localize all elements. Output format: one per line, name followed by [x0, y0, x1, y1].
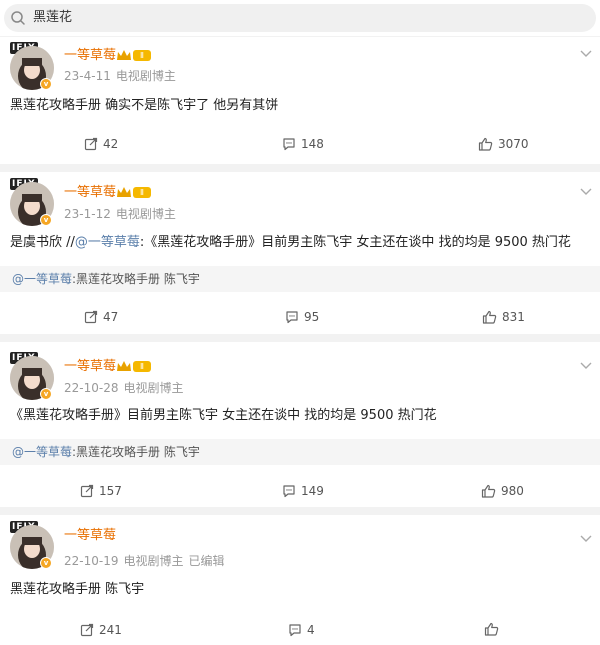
post-date: 23-1-12: [64, 207, 111, 221]
repost-count: 157: [99, 484, 122, 498]
repost-count: 42: [103, 137, 119, 151]
comment-count: 95: [304, 310, 320, 324]
post-card[interactable]: IFIX v 一等草莓 Ⅱ 23-4-11电视剧博主 黑莲花攻略手册 确实不是陈…: [0, 37, 600, 164]
username[interactable]: 一等草莓: [64, 48, 116, 64]
post-card[interactable]: IFIX v 一等草莓 Ⅱ 22-10-28电视剧博主 《黑莲花攻略手册》目前男…: [0, 342, 600, 507]
edited-tag: 已编辑: [188, 554, 225, 568]
post-meta: 22-10-28 电视剧博主: [64, 381, 193, 396]
user-role: 电视剧博主: [123, 381, 184, 395]
quoted-repost-text: @一等草莓:黑莲花攻略手册 陈飞宇: [12, 445, 200, 459]
crown-icon: [117, 187, 131, 197]
user-role: 电视剧博主: [115, 69, 176, 83]
comment-icon: [283, 485, 295, 498]
level-badge: Ⅱ: [133, 361, 151, 372]
repost-count: 47: [103, 310, 119, 324]
repost-button[interactable]: 47: [84, 309, 118, 325]
verified-badge-icon: v: [40, 78, 52, 90]
comment-count: 148: [301, 137, 324, 151]
crown-icon: [117, 361, 131, 371]
post-date: 22-10-28: [64, 381, 119, 395]
chevron-down-icon[interactable]: [580, 362, 592, 370]
quoted-repost[interactable]: @一等草莓:黑莲花攻略手册 陈飞宇: [0, 439, 600, 465]
post-date: 23-4-11: [64, 69, 111, 83]
user-role: 电视剧博主: [123, 554, 184, 568]
thumbs-up-icon: [478, 137, 493, 151]
comment-icon: [289, 624, 301, 637]
username[interactable]: 一等草莓: [64, 359, 116, 375]
post-text: 《黑莲花攻略手册》目前男主陈飞宇 女主还在谈中 找的均是 9500 热门花: [10, 408, 437, 423]
repost-button[interactable]: 157: [80, 483, 122, 499]
verified-badge-icon: v: [40, 214, 52, 226]
search-bar: 黑莲花: [0, 0, 600, 36]
repost-icon: [84, 137, 98, 151]
chevron-down-icon[interactable]: [580, 50, 592, 58]
repost-icon: [84, 310, 98, 324]
repost-icon: [80, 623, 94, 637]
search-query: 黑莲花: [33, 10, 73, 25]
post-meta: 22-10-19 电视剧博主 已编辑: [64, 554, 230, 569]
thumbs-up-icon: [481, 484, 496, 498]
comment-button[interactable]: 95: [285, 309, 319, 325]
post-meta: 23-1-12 电视剧博主: [64, 207, 186, 222]
comment-icon: [283, 138, 295, 151]
search-icon: [11, 11, 25, 25]
post-meta: 23-4-11 电视剧博主: [64, 69, 186, 84]
post-card[interactable]: IFIX v 一等草莓 Ⅱ 23-1-12电视剧博主 是虞书欣 //@一等草莓:…: [0, 172, 600, 334]
post-card[interactable]: IFIX v 一等草莓 22-10-19电视剧博主已编辑 黑莲花攻略手册 陈飞宇…: [0, 515, 600, 645]
like-count: 831: [502, 310, 525, 324]
divider: [0, 164, 600, 172]
comment-count: 4: [307, 623, 315, 637]
level-badge: Ⅱ: [133, 187, 151, 198]
verified-badge-icon: v: [40, 557, 52, 569]
level-badge: Ⅱ: [133, 50, 151, 61]
like-button[interactable]: 980: [481, 483, 524, 499]
comment-icon: [286, 311, 298, 324]
divider: [0, 507, 600, 515]
comment-button[interactable]: 148: [282, 136, 324, 152]
post-date: 22-10-19: [64, 554, 119, 568]
username[interactable]: 一等草莓: [64, 528, 116, 544]
repost-button[interactable]: 241: [80, 622, 122, 638]
repost-count: 241: [99, 623, 122, 637]
post-text: 黑莲花攻略手册 陈飞宇: [10, 582, 145, 597]
search-input[interactable]: 黑莲花: [4, 4, 596, 32]
comment-button[interactable]: 149: [282, 483, 324, 499]
verified-badge-icon: v: [40, 388, 52, 400]
post-text: 是虞书欣 //@一等草莓:《黑莲花攻略手册》目前男主陈飞宇 女主还在谈中 找的均…: [10, 235, 571, 250]
comment-button[interactable]: 4: [288, 622, 315, 638]
repost-button[interactable]: 42: [84, 136, 118, 152]
chevron-down-icon[interactable]: [580, 535, 592, 543]
quoted-repost[interactable]: @一等草莓:黑莲花攻略手册 陈飞宇: [0, 266, 600, 292]
like-button[interactable]: 3070: [478, 136, 529, 152]
repost-icon: [80, 484, 94, 498]
quoted-repost-text: @一等草莓:黑莲花攻略手册 陈飞宇: [12, 272, 200, 286]
post-text: 黑莲花攻略手册 确实不是陈飞宇了 他另有其饼: [10, 98, 279, 113]
thumbs-up-icon: [482, 310, 497, 324]
username[interactable]: 一等草莓: [64, 185, 116, 201]
comment-count: 149: [301, 484, 324, 498]
like-button[interactable]: 831: [482, 309, 525, 325]
like-count: 980: [501, 484, 524, 498]
like-count: 3070: [498, 137, 529, 151]
thumbs-up-icon: [484, 622, 499, 636]
user-role: 电视剧博主: [115, 207, 176, 221]
divider: [0, 334, 600, 342]
chevron-down-icon[interactable]: [580, 188, 592, 196]
like-button[interactable]: [484, 622, 504, 636]
crown-icon: [117, 50, 131, 60]
